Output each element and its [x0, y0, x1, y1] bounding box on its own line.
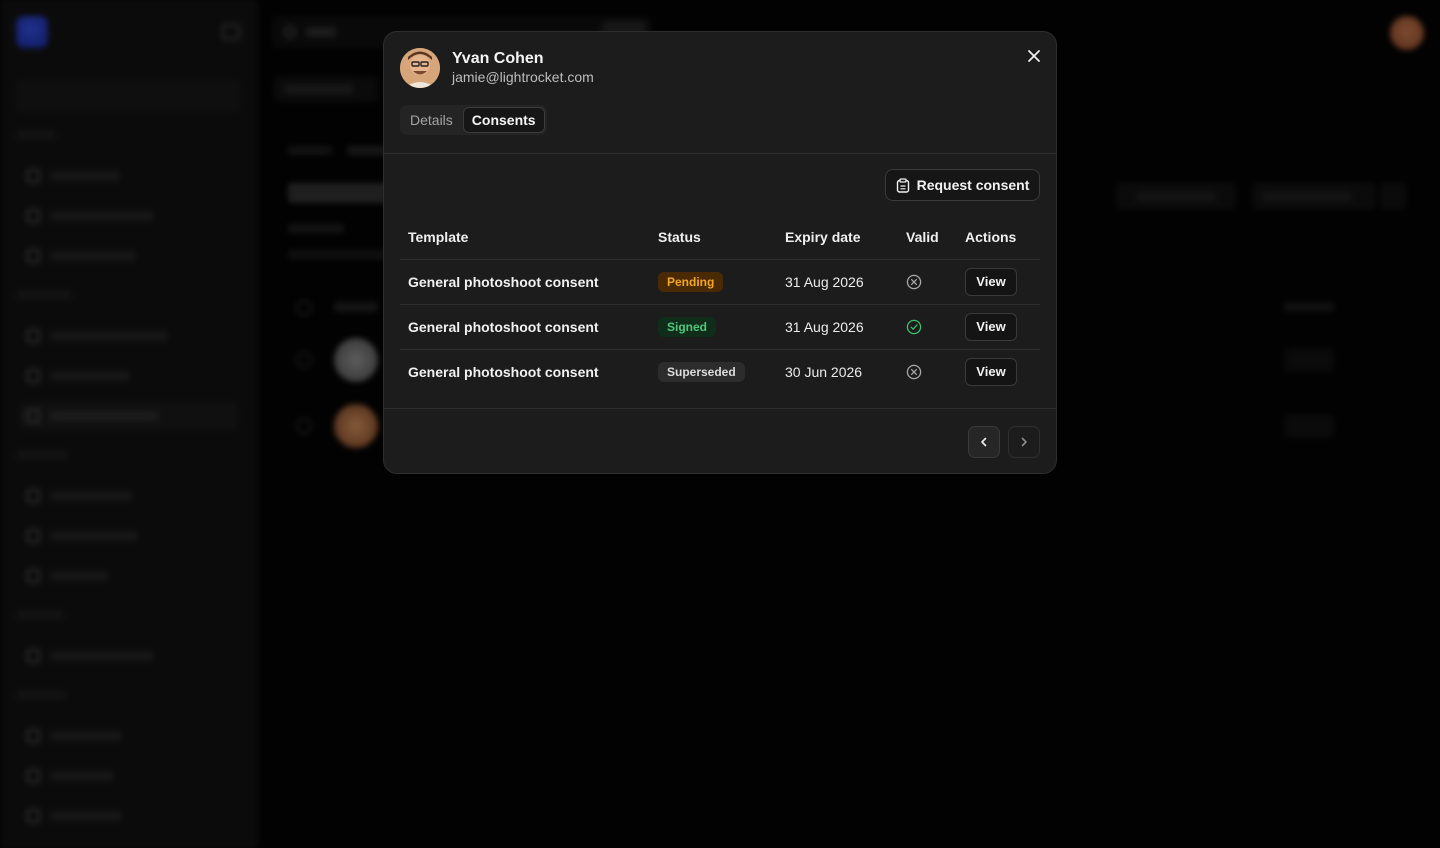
tab-consents[interactable]: Consents	[462, 107, 545, 133]
column-header-valid: Valid	[898, 215, 957, 260]
view-button[interactable]: View	[965, 267, 1017, 296]
table-row: General photoshoot consent Superseded 30…	[400, 349, 1040, 394]
actions-cell: View	[957, 304, 1040, 350]
pagination-footer	[384, 408, 1056, 473]
view-button[interactable]: View	[965, 357, 1017, 386]
dialog-header: Yvan Cohen jamie@lightrocket.com Details…	[384, 32, 1056, 154]
expiry-cell: 31 Aug 2026	[777, 259, 898, 305]
chevron-left-icon	[981, 437, 987, 447]
actions-cell: View	[957, 349, 1040, 394]
person-dialog: Yvan Cohen jamie@lightrocket.com Details…	[383, 31, 1057, 474]
status-badge: Pending	[658, 271, 724, 292]
check-circle-icon	[906, 319, 922, 334]
valid-cell	[898, 349, 957, 394]
table-row: General photoshoot consent Pending 31 Au…	[400, 259, 1040, 305]
previous-page-button[interactable]	[968, 426, 1000, 458]
status-badge: Superseded	[658, 361, 745, 382]
status-cell: Superseded	[650, 349, 777, 394]
view-button[interactable]: View	[965, 312, 1017, 341]
next-page-button[interactable]	[1008, 426, 1040, 458]
person-email: jamie@lightrocket.com	[452, 69, 594, 85]
expiry-cell: 31 Aug 2026	[777, 304, 898, 350]
table-header-row: Template Status Expiry date Valid Action…	[400, 215, 1040, 260]
chevron-right-icon	[1021, 437, 1027, 447]
request-consent-button[interactable]: Request consent	[885, 169, 1040, 201]
clipboard-icon	[896, 177, 909, 193]
tab-details[interactable]: Details	[402, 107, 461, 133]
person-name: Yvan Cohen	[452, 50, 544, 67]
consents-table: Template Status Expiry date Valid Action…	[400, 215, 1040, 394]
valid-cell	[898, 259, 957, 305]
status-cell: Signed	[650, 304, 777, 350]
template-cell: General photoshoot consent	[400, 259, 650, 305]
x-circle-icon	[906, 364, 922, 379]
actions-cell: View	[957, 259, 1040, 305]
column-header-status: Status	[650, 215, 777, 260]
column-header-expiry: Expiry date	[777, 215, 898, 260]
dialog-tabs: Details Consents	[400, 105, 547, 135]
column-header-template: Template	[400, 215, 650, 260]
status-badge: Signed	[658, 316, 717, 337]
valid-cell	[898, 304, 957, 350]
status-cell: Pending	[650, 259, 777, 305]
template-cell: General photoshoot consent	[400, 304, 650, 350]
template-cell: General photoshoot consent	[408, 363, 599, 380]
table-row: General photoshoot consent Signed 31 Aug…	[400, 304, 1040, 350]
close-button[interactable]	[1024, 46, 1044, 66]
column-header-actions: Actions	[957, 215, 1040, 260]
request-consent-label: Request consent	[916, 177, 1030, 193]
avatar	[400, 48, 440, 88]
x-circle-icon	[906, 274, 922, 289]
close-icon	[1028, 50, 1040, 62]
expiry-cell: 30 Jun 2026	[785, 363, 863, 380]
